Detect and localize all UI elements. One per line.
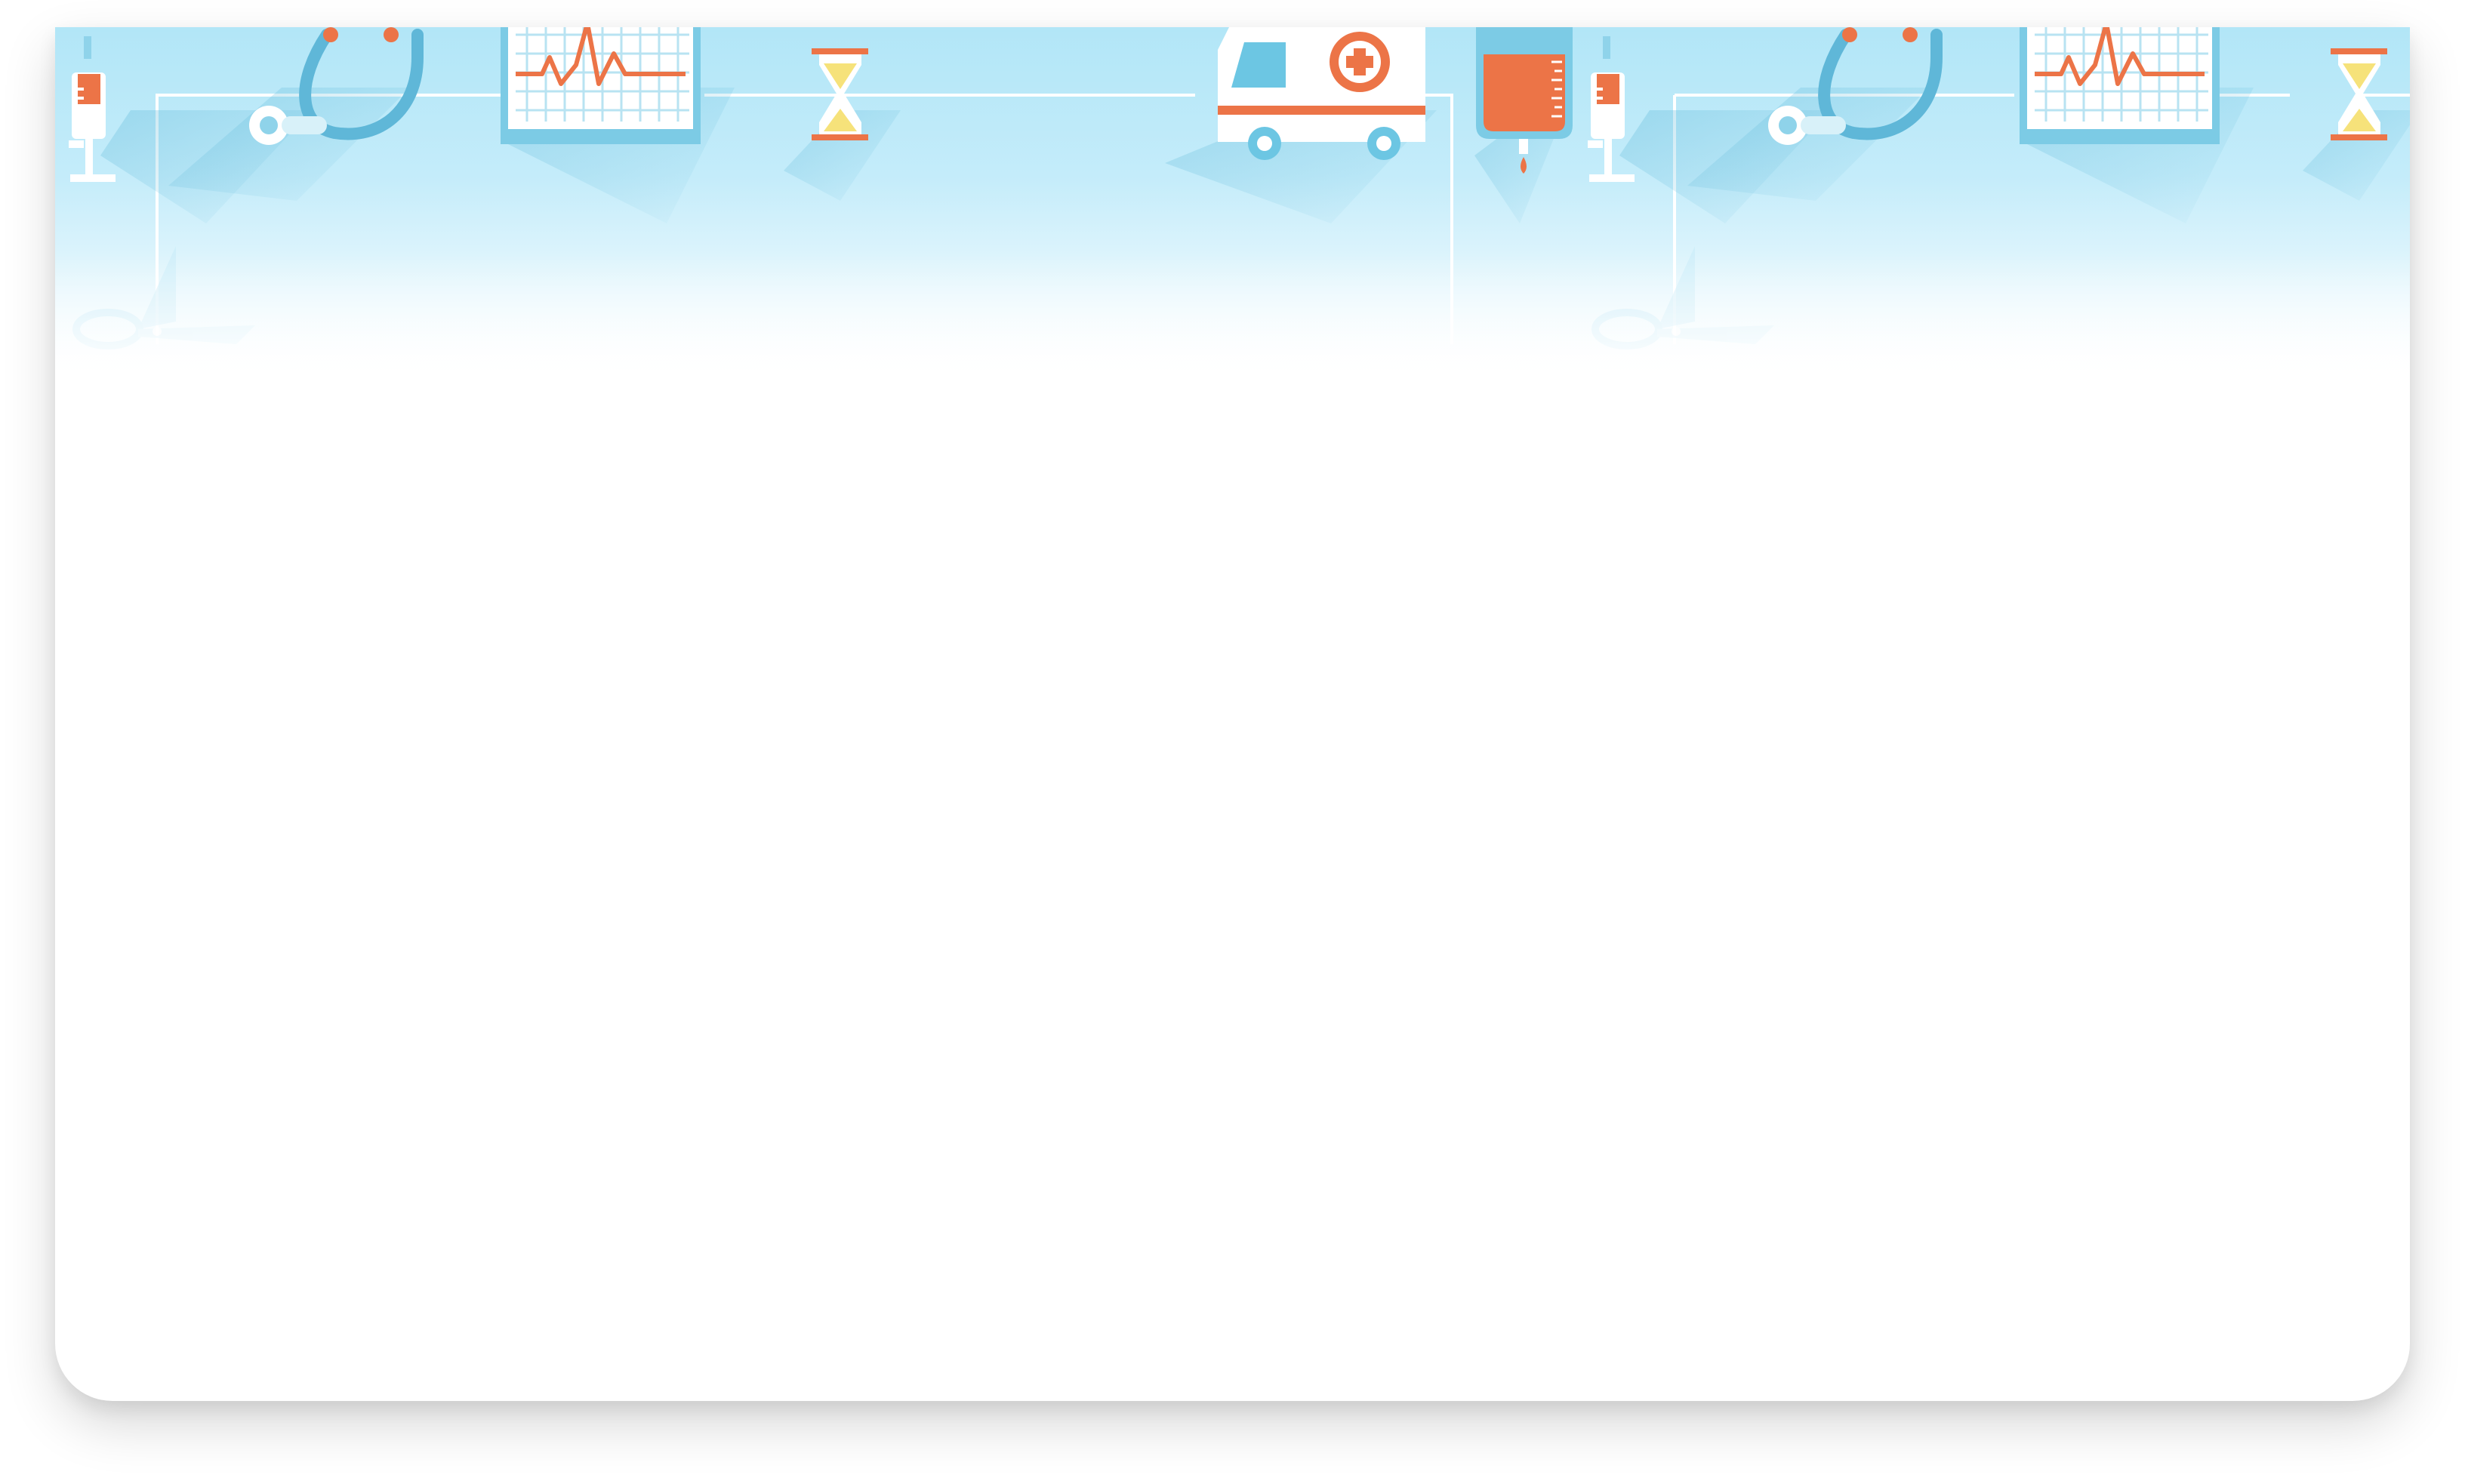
heartbeat-monitor-icon xyxy=(501,27,735,223)
blood-bag-icon xyxy=(1474,27,1573,223)
ambulance-icon xyxy=(1165,27,1437,223)
hourglass-icon xyxy=(784,48,901,201)
slide-card xyxy=(55,27,2410,1401)
heartbeat-monitor-icon xyxy=(2020,27,2254,223)
banner-illustration xyxy=(55,27,2410,382)
medical-banner xyxy=(55,27,2410,382)
hourglass-icon xyxy=(2303,48,2410,201)
content-area xyxy=(55,382,2410,1401)
